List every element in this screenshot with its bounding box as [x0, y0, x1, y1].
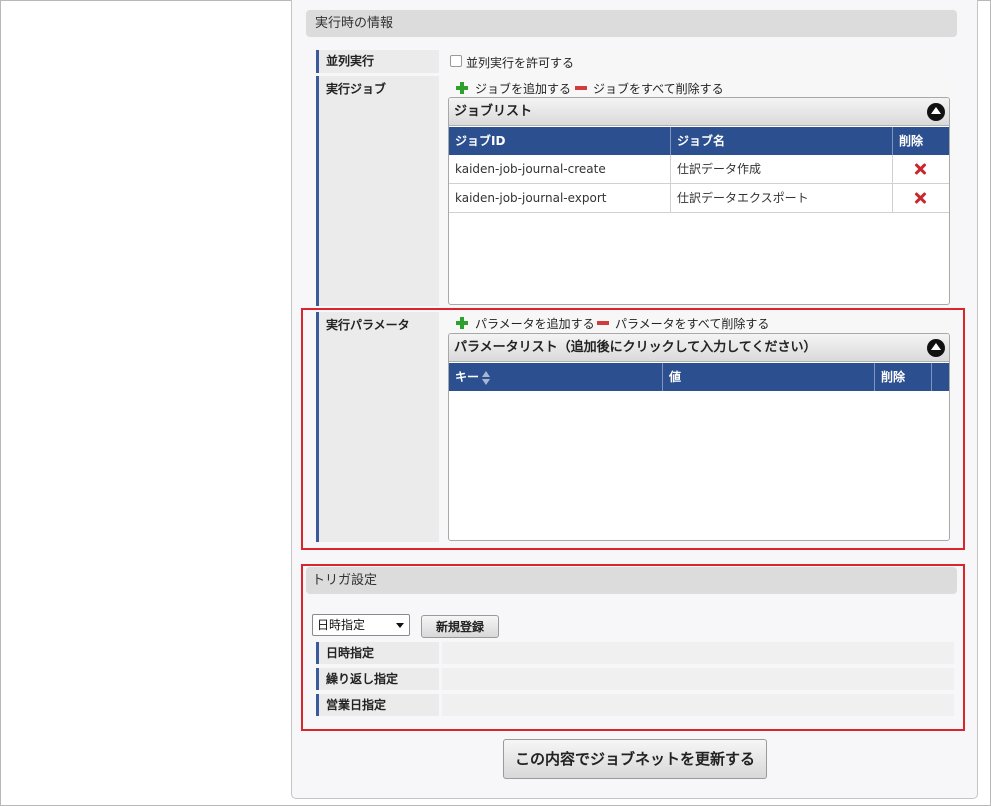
job-id-cell: kaiden-job-journal-export [449, 184, 671, 213]
job-list-header: ジョブID ジョブ名 削除 [449, 127, 949, 155]
trigger-highlight-box [301, 564, 965, 731]
job-list-title-text: ジョブリスト [454, 104, 533, 119]
jobs-label-text: 実行ジョブ [326, 82, 387, 96]
table-row[interactable]: kaiden-job-journal-export 仕訳データエクスポート [449, 184, 949, 213]
runtime-section-title: 実行時の情報 [315, 16, 394, 31]
job-list-grid: ジョブリスト ジョブID ジョブ名 削除 kaiden-job-journal-… [448, 97, 950, 305]
parallel-label: 並列実行 [316, 50, 439, 73]
add-job-plus-icon[interactable] [456, 82, 468, 94]
job-name-cell: 仕訳データエクスポート [671, 184, 893, 213]
job-list-collapse-icon[interactable] [927, 103, 945, 121]
delete-all-jobs-link[interactable]: ジョブをすべて削除する [593, 80, 724, 97]
job-id-cell: kaiden-job-journal-create [449, 155, 671, 184]
delete-row-icon[interactable] [914, 192, 926, 204]
params-highlight-box [301, 308, 965, 550]
job-id-column-header[interactable]: ジョブID [449, 127, 671, 155]
delete-row-icon[interactable] [914, 163, 926, 175]
parallel-checkbox[interactable] [450, 55, 462, 67]
job-list-title: ジョブリスト [449, 98, 949, 126]
parallel-label-text: 並列実行 [326, 54, 375, 68]
parallel-checkbox-label[interactable]: 並列実行を許可する [466, 54, 574, 71]
job-name-cell: 仕訳データ作成 [671, 155, 893, 184]
delete-all-jobs-minus-icon[interactable] [575, 86, 587, 90]
job-delete-column-header: 削除 [899, 134, 924, 148]
table-row[interactable]: kaiden-job-journal-create 仕訳データ作成 [449, 155, 949, 184]
runtime-section-header: 実行時の情報 [306, 10, 957, 37]
update-jobnet-button[interactable]: この内容でジョブネットを更新する [503, 739, 767, 779]
jobs-label: 実行ジョブ [316, 76, 439, 306]
add-job-link[interactable]: ジョブを追加する [475, 80, 571, 97]
job-name-column-header[interactable]: ジョブ名 [671, 127, 893, 155]
